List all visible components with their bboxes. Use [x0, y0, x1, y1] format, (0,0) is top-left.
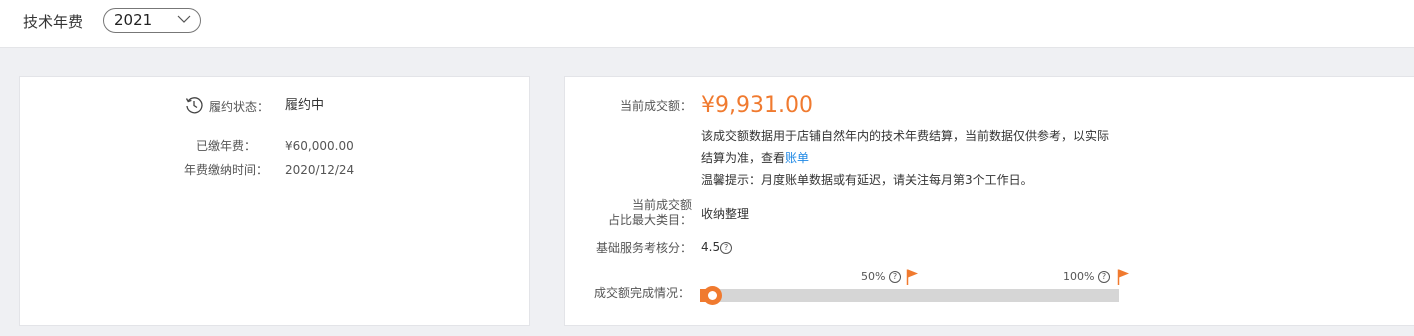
- header-bar: 技术年费 2021: [0, 0, 1414, 48]
- chevron-down-icon: [177, 15, 191, 23]
- history-clock-icon: [185, 97, 203, 114]
- service-score: 4.5?: [701, 239, 733, 255]
- tip-text: 温馨提示：月度账单数据或有延迟，请关注每月第3个工作日。: [701, 173, 1033, 187]
- transaction-card: 当前成交额： ¥9,931.00 该成交额数据用于店铺自然年内的技术年费结算，当…: [564, 76, 1414, 326]
- year-select[interactable]: 2021: [103, 8, 201, 33]
- progress-label: 成交额完成情况：: [594, 286, 691, 300]
- milestone-100: 100% ?: [1063, 270, 1110, 284]
- payment-time-label: 年费缴纳时间：: [184, 163, 269, 177]
- milestone-100-help-icon[interactable]: ?: [1097, 271, 1110, 283]
- paid-fee-label: 已缴年费：: [196, 139, 257, 153]
- current-amount-label: 当前成交额：: [620, 99, 693, 113]
- status-label: 履约状态：: [209, 100, 270, 114]
- progress-knob[interactable]: [703, 286, 722, 305]
- service-score-label: 基础服务考核分：: [596, 241, 693, 255]
- milestone-50: 50% ?: [861, 270, 901, 284]
- top-category-label-line2: 占比最大类目：: [608, 213, 693, 227]
- milestone-100-flag-icon: [1117, 269, 1129, 285]
- progress-track: [703, 289, 1119, 302]
- bill-link[interactable]: 账单: [785, 151, 809, 165]
- page-title: 技术年费: [23, 13, 84, 31]
- milestone-50-help-icon[interactable]: ?: [888, 271, 901, 283]
- amount-description-line1: 该成交额数据用于店铺自然年内的技术年费结算，当前数据仅供参考，以实际: [701, 129, 1110, 143]
- top-category-label-line1: 当前成交额: [632, 198, 693, 212]
- contract-status-card: 履约状态： 履约中 已缴年费： ¥60,000.00 年费缴纳时间： 2020/…: [19, 76, 530, 326]
- amount-description-line2: 结算为准，查看账单: [701, 150, 809, 166]
- paid-fee-value: ¥60,000.00: [285, 139, 354, 153]
- status-value: 履约中: [285, 98, 325, 113]
- description-text: 结算为准，查看: [701, 151, 786, 165]
- current-amount-value: ¥9,931.00: [701, 93, 813, 118]
- service-score-value: 4.5: [701, 240, 721, 254]
- milestone-50-flag-icon: [906, 269, 918, 285]
- milestone-100-label: 100%: [1063, 270, 1095, 283]
- year-select-value: 2021: [114, 11, 153, 29]
- top-category-value: 收纳整理: [701, 207, 750, 221]
- milestone-50-label: 50%: [861, 270, 886, 283]
- score-help-icon[interactable]: ?: [720, 242, 733, 254]
- payment-time-value: 2020/12/24: [285, 163, 355, 177]
